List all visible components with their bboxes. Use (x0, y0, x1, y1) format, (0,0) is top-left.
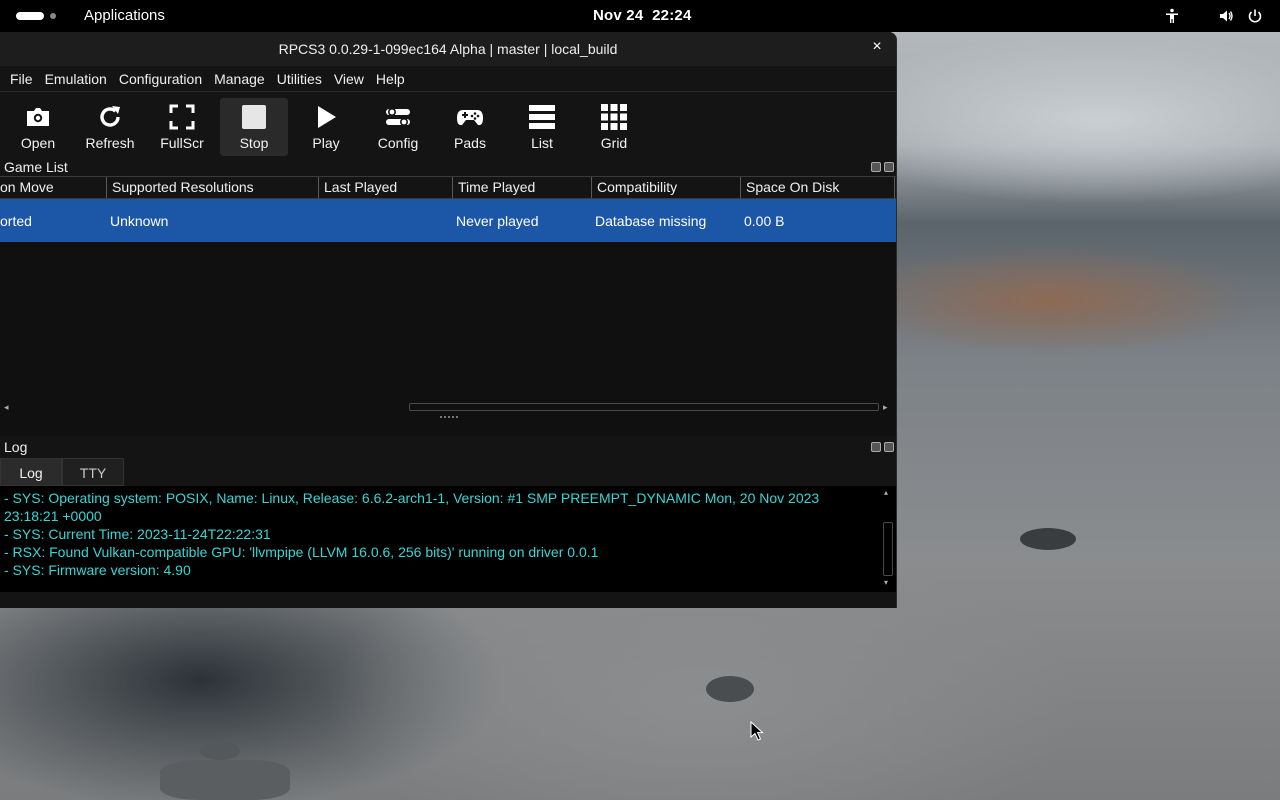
stop-button[interactable]: Stop (220, 98, 288, 156)
grid-view-button[interactable]: Grid (580, 98, 648, 156)
stop-label: Stop (239, 135, 269, 151)
cell-space-on-disk: 0.00 B (744, 212, 785, 229)
config-icon (386, 108, 410, 126)
window-title: RPCS3 0.0.29-1-099ec164 Alpha | master |… (278, 41, 618, 57)
column-header-space-on-disk[interactable]: Space On Disk (741, 177, 895, 198)
float-dock-icon[interactable] (871, 442, 881, 452)
tab-tty[interactable]: TTY (62, 458, 124, 486)
vertical-scrollbar[interactable]: ▴ ▾ (882, 486, 894, 592)
scroll-up-icon[interactable]: ▴ (884, 488, 888, 497)
play-label: Play (312, 135, 340, 151)
refresh-icon (100, 106, 120, 127)
log-tab-bar: Log TTY (0, 458, 896, 486)
dock-splitter-handle[interactable] (440, 416, 458, 420)
close-dock-icon[interactable] (884, 442, 894, 452)
close-dock-icon[interactable] (884, 162, 894, 172)
menu-bar: File Emulation Configuration Manage Util… (0, 66, 896, 92)
clock-date: Nov 24 (593, 7, 644, 24)
log-dock-header[interactable]: Log (0, 436, 896, 458)
column-header-last-played[interactable]: Last Played (319, 177, 453, 198)
system-topbar: Applications Nov 24 22:24 (0, 0, 1280, 32)
table-row[interactable]: orted Unknown Never played Database miss… (0, 199, 896, 242)
wallpaper-rock (1020, 528, 1076, 550)
game-list-table: on Move Supported Resolutions Last Playe… (0, 176, 896, 436)
column-header-supported-resolutions[interactable]: Supported Resolutions (107, 177, 319, 198)
log-line: - RSX: Found Vulkan-compatible GPU: 'llv… (4, 544, 599, 560)
power-icon[interactable] (1247, 8, 1263, 24)
menu-emulation[interactable]: Emulation (39, 66, 113, 92)
scroll-down-icon[interactable]: ▾ (884, 578, 888, 587)
cell-compatibility: Database missing (595, 212, 707, 229)
tab-log[interactable]: Log (0, 458, 62, 486)
menu-help[interactable]: Help (370, 66, 411, 92)
volume-icon[interactable] (1218, 8, 1234, 24)
horizontal-scrollbar[interactable]: ◂ ▸ (0, 400, 895, 414)
workspace-indicator[interactable] (50, 13, 56, 19)
clock-time: 22:24 (652, 7, 692, 24)
cell-supported-resolutions: Unknown (110, 212, 169, 229)
wallpaper-rock (160, 760, 290, 800)
menu-configuration[interactable]: Configuration (113, 66, 208, 92)
grid-icon (601, 104, 627, 130)
game-list-dock-header[interactable]: Game List (0, 158, 896, 176)
stop-icon (242, 105, 266, 129)
config-button[interactable]: Config (364, 98, 432, 156)
open-button[interactable]: Open (4, 98, 72, 156)
scroll-right-icon[interactable]: ▸ (883, 402, 888, 413)
log-line: - SYS: Firmware version: 4.90 (4, 562, 191, 578)
scrollbar-thumb[interactable] (883, 522, 893, 576)
rpcs3-window: RPCS3 0.0.29-1-099ec164 Alpha | master |… (0, 32, 897, 608)
play-button[interactable]: Play (292, 98, 360, 156)
log-line: - SYS: Current Time: 2023-11-24T22:22:31 (4, 526, 271, 542)
wallpaper-rock (200, 742, 240, 760)
menu-file[interactable]: File (4, 66, 39, 92)
log-output[interactable]: - SYS: Operating system: POSIX, Name: Li… (0, 486, 896, 592)
game-list-title: Game List (4, 159, 68, 175)
column-header-move[interactable]: on Move (0, 177, 107, 198)
config-label: Config (377, 135, 419, 151)
log-title: Log (4, 439, 28, 455)
fullscreen-button[interactable]: FullScr (148, 98, 216, 156)
main-toolbar: Open Refresh FullScr Stop Play Config Pa… (0, 92, 896, 158)
menu-manage[interactable]: Manage (208, 66, 271, 92)
cell-time-played: Never played (456, 212, 539, 229)
list-view-button[interactable]: List (508, 98, 576, 156)
table-header: on Move Supported Resolutions Last Playe… (0, 176, 896, 199)
play-icon (318, 106, 336, 128)
list-icon (529, 105, 555, 129)
clock[interactable]: Nov 24 22:24 (593, 7, 692, 24)
column-header-compatibility[interactable]: Compatibility (592, 177, 741, 198)
refresh-button[interactable]: Refresh (76, 98, 144, 156)
cell-move: orted (0, 212, 32, 229)
fullscreen-label: FullScr (160, 135, 204, 151)
scrollbar-thumb[interactable] (409, 403, 879, 411)
open-label: Open (20, 135, 56, 151)
wallpaper-rock (706, 676, 754, 702)
folder-open-icon (27, 108, 49, 126)
column-header-time-played[interactable]: Time Played (453, 177, 592, 198)
log-line: - SYS: Operating system: POSIX, Name: Li… (4, 490, 820, 506)
close-icon[interactable]: × (870, 39, 884, 55)
applications-button[interactable]: Applications (84, 7, 165, 24)
menu-utilities[interactable]: Utilities (271, 66, 328, 92)
list-label: List (531, 135, 553, 151)
float-dock-icon[interactable] (871, 162, 881, 172)
fullscreen-icon (169, 104, 195, 130)
window-titlebar[interactable]: RPCS3 0.0.29-1-099ec164 Alpha | master |… (0, 32, 896, 66)
grid-label: Grid (600, 135, 628, 151)
log-line: 23:18:21 +0000 (4, 508, 102, 524)
refresh-label: Refresh (85, 135, 135, 151)
workspace-indicator-active[interactable] (16, 12, 44, 20)
pads-button[interactable]: Pads (436, 98, 504, 156)
menu-view[interactable]: View (328, 66, 370, 92)
scroll-left-icon[interactable]: ◂ (4, 402, 9, 413)
pads-label: Pads (454, 135, 486, 151)
gamepad-icon (457, 110, 483, 126)
accessibility-icon[interactable] (1164, 8, 1180, 24)
mouse-cursor-icon (750, 721, 764, 741)
